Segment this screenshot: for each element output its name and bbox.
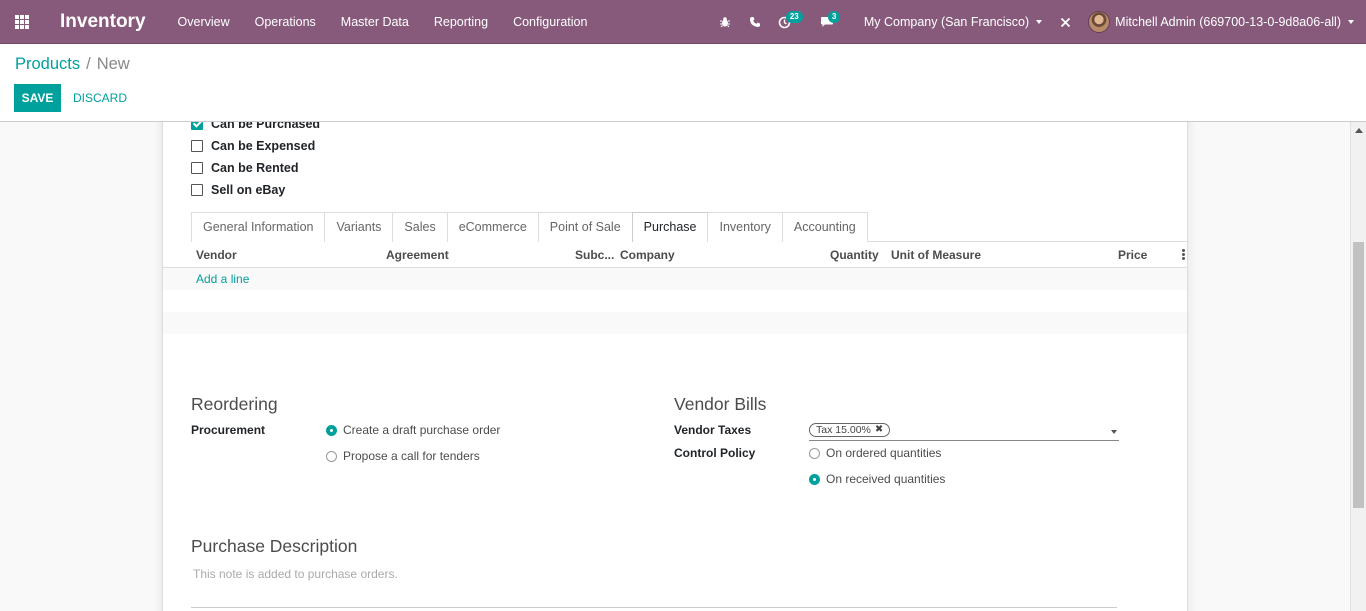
dropdown-caret-icon[interactable] (1111, 430, 1117, 434)
option-can-be-expensed[interactable]: Can be Expensed (191, 139, 315, 153)
app-title[interactable]: Inventory (60, 11, 146, 33)
avatar (1088, 11, 1111, 33)
menu-item-master-data[interactable]: Master Data (329, 0, 422, 44)
column-unit-of-measure[interactable]: Unit of Measure (891, 248, 981, 262)
tab-ecommerce[interactable]: eCommerce (446, 212, 539, 242)
radio-label: Propose a call for tenders (343, 449, 480, 463)
option-can-be-rented[interactable]: Can be Rented (191, 161, 299, 175)
option-sell-on-ebay[interactable]: Sell on eBay (191, 183, 285, 197)
tab-variants[interactable]: Variants (324, 212, 394, 242)
option-label: Can be Purchased (211, 122, 321, 131)
control-panel: Products / New SAVE DISCARD (0, 44, 1366, 122)
tab-accounting[interactable]: Accounting (781, 212, 868, 242)
main-menu: Overview Operations Master Data Reportin… (178, 0, 601, 44)
radio-selected[interactable] (809, 473, 820, 485)
vendor-bills-title: Vendor Bills (674, 394, 767, 414)
control-policy-label: Control Policy (674, 446, 756, 460)
breadcrumb-current: New (96, 55, 130, 73)
save-button[interactable]: SAVE (14, 84, 61, 112)
list-row-add (163, 268, 1187, 290)
procurement-option-draft-po[interactable]: Create a draft purchase order (326, 423, 500, 437)
procurement-option-call-for-tenders[interactable]: Propose a call for tenders (326, 449, 480, 463)
optional-columns-icon[interactable] (1182, 249, 1185, 261)
user-menu[interactable]: Mitchell Admin (669700-13-0-9d8a06-all) (1076, 11, 1366, 33)
menu-item-overview[interactable]: Overview (178, 0, 243, 44)
form-sheet: Can be Purchased Can be Expensed Can be … (162, 122, 1188, 611)
tax-tag-label: Tax 15.00% (816, 424, 871, 436)
control-policy-ordered[interactable]: On ordered quantities (809, 446, 941, 460)
form-content: Can be Purchased Can be Expensed Can be … (0, 122, 1350, 611)
grid-icon (15, 14, 29, 29)
option-label: Sell on eBay (211, 183, 286, 197)
radio[interactable] (809, 447, 820, 459)
tab-general-information[interactable]: General Information (191, 212, 326, 242)
column-price[interactable]: Price (1118, 248, 1147, 262)
activity-count-badge: 23 (785, 11, 803, 23)
vendor-taxes-label: Vendor Taxes (674, 423, 752, 437)
option-label: Can be Expensed (211, 139, 316, 153)
purchase-description-input[interactable]: This note is added to purchase orders. (193, 567, 398, 581)
tab-point-of-sale[interactable]: Point of Sale (537, 212, 633, 242)
column-agreement[interactable]: Agreement (386, 248, 449, 262)
radio-label: On received quantities (826, 472, 946, 486)
menu-item-configuration[interactable]: Configuration (501, 0, 600, 44)
list-row-empty (163, 312, 1187, 334)
column-company[interactable]: Company (620, 248, 675, 262)
user-name: Mitchell Admin (669700-13-0-9d8a06-all) (1115, 15, 1341, 29)
vendor-list-header: Vendor Agreement Subc... Company Quantit… (163, 242, 1187, 268)
tab-sales[interactable]: Sales (392, 212, 448, 242)
checkbox[interactable] (191, 140, 203, 152)
column-vendor[interactable]: Vendor (196, 248, 237, 262)
option-can-be-purchased[interactable]: Can be Purchased (191, 122, 320, 131)
breadcrumb: Products / New (15, 55, 130, 74)
menu-item-reporting[interactable]: Reporting (422, 0, 501, 44)
control-policy-received[interactable]: On received quantities (809, 472, 945, 486)
chevron-down-icon (1348, 20, 1354, 24)
activity-clock-icon[interactable]: 23 (770, 0, 803, 44)
tab-purchase[interactable]: Purchase (631, 212, 709, 243)
vendor-taxes-field[interactable]: Tax 15.00% ✖ (809, 423, 1119, 441)
radio-label: Create a draft purchase order (343, 423, 501, 437)
tab-inventory[interactable]: Inventory (707, 212, 783, 242)
discard-button[interactable]: DISCARD (66, 84, 134, 112)
add-a-line-link[interactable]: Add a line (196, 272, 249, 286)
menu-item-operations[interactable]: Operations (243, 0, 329, 44)
purchase-description-title: Purchase Description (191, 536, 358, 556)
vertical-scrollbar[interactable] (1350, 122, 1366, 611)
company-name: My Company (San Francisco) (863, 15, 1030, 29)
message-count-badge: 3 (827, 11, 841, 23)
checkbox[interactable] (191, 184, 203, 196)
purchase-description-underline (191, 607, 1117, 608)
remove-tag-icon[interactable]: ✖ (875, 424, 883, 436)
company-switcher[interactable]: My Company (San Francisco) (850, 15, 1054, 29)
close-tools-icon[interactable] (1054, 0, 1076, 44)
chevron-down-icon (1036, 20, 1043, 24)
radio[interactable] (326, 450, 337, 462)
top-navbar: Inventory Overview Operations Master Dat… (0, 0, 1366, 44)
option-label: Can be Rented (211, 161, 299, 175)
apps-menu-icon[interactable] (0, 0, 44, 44)
phone-icon[interactable] (740, 0, 770, 44)
scroll-up-arrow-icon[interactable] (1355, 128, 1363, 133)
procurement-label: Procurement (191, 423, 266, 437)
breadcrumb-products-link[interactable]: Products (15, 55, 80, 73)
reordering-title: Reordering (191, 394, 278, 414)
tax-tag: Tax 15.00% ✖ (809, 423, 891, 437)
list-row-empty (163, 290, 1187, 312)
debug-bug-icon[interactable] (710, 0, 740, 44)
radio-label: On ordered quantities (826, 446, 942, 460)
breadcrumb-separator: / (86, 55, 91, 73)
checkbox-checked[interactable] (191, 122, 203, 130)
systray: 23 3 My Company (San Francisco) Mitchell… (710, 0, 1366, 44)
column-subcontractor[interactable]: Subc... (575, 248, 614, 262)
column-quantity[interactable]: Quantity (830, 248, 879, 262)
notebook-tabs: General Information Variants Sales eComm… (191, 212, 1187, 243)
scrollbar-thumb[interactable] (1353, 242, 1364, 508)
radio-selected[interactable] (326, 424, 337, 436)
messages-chat-icon[interactable]: 3 (812, 0, 842, 44)
checkbox[interactable] (191, 162, 203, 174)
